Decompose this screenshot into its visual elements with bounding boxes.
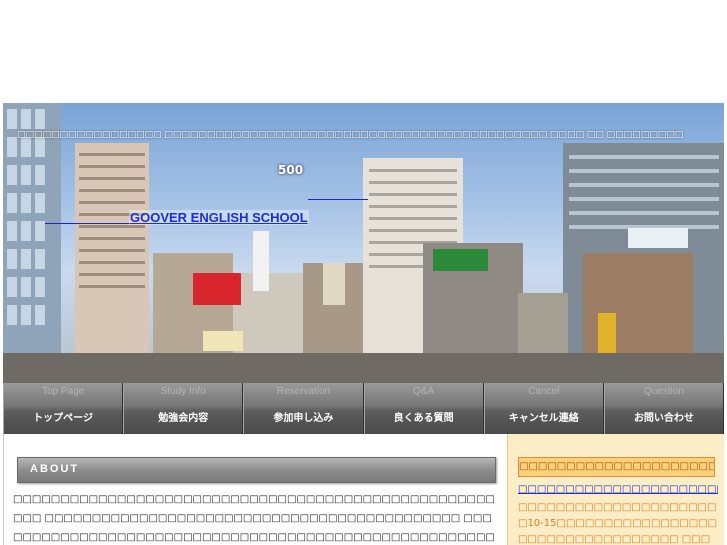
header-rule [45, 223, 135, 224]
nav-item-question[interactable]: Question お問い合わせ [603, 383, 725, 434]
sidebar-text: □□□□□□□□□□□□□□□□□□□□□□10-15□□□□□□□□□□□□□… [518, 502, 718, 545]
about-section-header: ABOUT [17, 457, 496, 483]
city-skyline-photo [3, 103, 724, 383]
sidebar: □□□□□□□□□□□□□□□□□□□□□□ □□□□□□□□□□□□□□□□□… [507, 434, 724, 545]
nav-item-en-label: Cancel [528, 386, 560, 397]
sidebar-header: □□□□□□□□□□□□□□□□□□□□□□ [518, 457, 715, 477]
nav-item-en-label: Top Page [41, 386, 85, 397]
nav-item-en-label: Question [643, 386, 684, 397]
header-rule [308, 199, 368, 200]
nav-item-cancel[interactable]: Cancel キャンセル連絡 [483, 383, 604, 434]
nav-item-jp-label: お問い合わせ [633, 413, 694, 424]
header-banner: □□□□□□□□□□□□□□□□□ □□□□□□□□□□□□□□□□□□□□□□… [3, 103, 724, 383]
nav-item-reservation[interactable]: Reservation 参加申し込み [243, 383, 364, 434]
nav-item-jp-label: キャンセル連絡 [508, 413, 579, 424]
header-tagline: □□□□□□□□□□□□□□□□□ □□□□□□□□□□□□□□□□□□□□□□… [17, 130, 684, 140]
nav-item-jp-label: 良くある質問 [393, 413, 454, 424]
nav-item-jp-label: 勉強会内容 [158, 413, 209, 424]
sidebar-link[interactable]: □□□□□□□□□□□□□□□□□□□□□□□□□□□□□□□□ [518, 484, 718, 495]
nav-item-study-info[interactable]: Study Info 勉強会内容 [123, 383, 244, 434]
nav-item-top-page[interactable]: Top Page トップページ [3, 383, 124, 434]
school-name-link[interactable]: GOOVER ENGLISH SCHOOL [129, 210, 309, 225]
nav-item-jp-label: 参加申し込み [273, 413, 334, 424]
nav-item-en-label: Q&A [413, 386, 435, 397]
nav-item-qa[interactable]: Q&A 良くある質問 [363, 383, 484, 434]
about-text: □□□□□□□□□□□□□□□□□□□□□□□□□□□□□□□□□□□□□□□□… [13, 494, 495, 543]
header-number: 500 [278, 163, 304, 177]
nav-item-en-label: Reservation [276, 386, 331, 397]
main-content: ABOUT □□□□□□□□□□□□□□□□□□□□□□□□□□□□□□□□□□… [3, 434, 507, 545]
nav-item-en-label: Study Info [160, 386, 206, 397]
top-whitespace [0, 0, 727, 103]
main-navigation: Top Page トップページ Study Info 勉強会内容 Reserva… [3, 383, 725, 434]
nav-item-jp-label: トップページ [33, 413, 93, 424]
about-title: ABOUT [30, 463, 80, 475]
